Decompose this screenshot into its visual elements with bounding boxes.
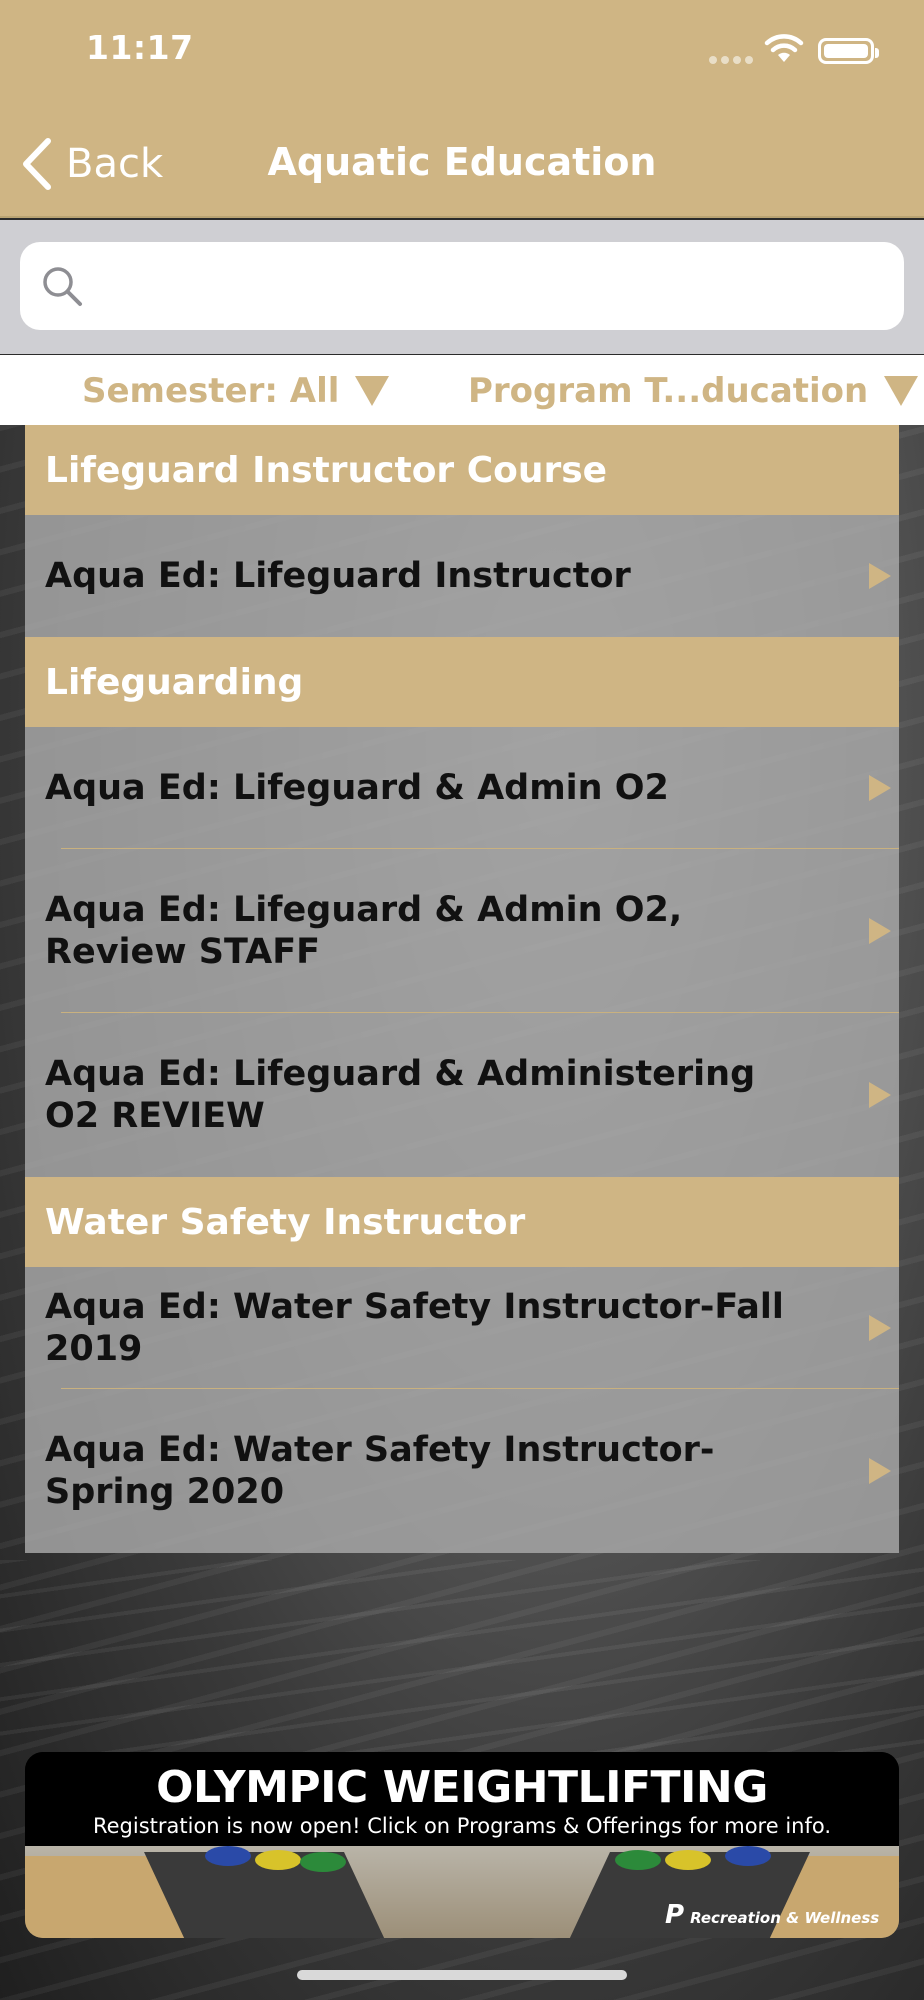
list-item-label: Aqua Ed: Lifeguard & Admin O2, Review ST… bbox=[45, 890, 683, 972]
cellular-signal-icon bbox=[709, 56, 753, 64]
triangle-down-icon bbox=[355, 376, 390, 406]
triangle-down-icon bbox=[884, 376, 919, 406]
list-item[interactable]: Aqua Ed: Lifeguard & Admin O2 bbox=[25, 727, 899, 849]
triangle-right-icon bbox=[869, 1082, 891, 1108]
section-header: Water Safety Instructor bbox=[25, 1177, 899, 1267]
list-item-label: Aqua Ed: Lifeguard & Administering O2 RE… bbox=[45, 1054, 756, 1136]
status-time: 11:17 bbox=[86, 28, 194, 67]
banner-title: OLYMPIC WEIGHTLIFTING bbox=[156, 1762, 768, 1813]
search-icon bbox=[43, 267, 82, 306]
triangle-right-icon bbox=[869, 1458, 891, 1484]
program-list: Lifeguard Instructor Course Aqua Ed: Lif… bbox=[25, 425, 899, 1553]
filter-bar: Semester: All Program T...ducation bbox=[0, 355, 924, 425]
section-header: Lifeguard Instructor Course bbox=[25, 425, 899, 515]
list-item-label: Aqua Ed: Water Safety Instructor-Fall 20… bbox=[45, 1287, 784, 1369]
triangle-right-icon bbox=[869, 563, 891, 589]
program-type-filter-dropdown[interactable]: Program T...ducation bbox=[468, 363, 919, 419]
pool-lanes-image bbox=[0, 1560, 924, 1760]
semester-filter-label: Semester: All bbox=[82, 371, 340, 411]
search-input[interactable] bbox=[100, 242, 880, 330]
triangle-right-icon bbox=[869, 775, 891, 801]
search-field[interactable] bbox=[20, 242, 904, 330]
page-title: Aquatic Education bbox=[267, 140, 657, 184]
list-item-label: Aqua Ed: Lifeguard & Admin O2 bbox=[45, 768, 669, 808]
search-bar bbox=[0, 220, 924, 354]
weightlifting-platform-image: P Recreation & Wellness bbox=[25, 1846, 899, 1938]
promo-banner[interactable]: P Recreation & Wellness OLYMPIC WEIGHTLIF… bbox=[25, 1752, 899, 1938]
semester-filter-dropdown[interactable]: Semester: All bbox=[82, 363, 390, 419]
banner-subtitle: Registration is now open! Click on Progr… bbox=[92, 1814, 832, 1838]
list-item-label: Aqua Ed: Water Safety Instructor- Spring… bbox=[45, 1430, 715, 1512]
recreation-wellness-logo: P Recreation & Wellness bbox=[665, 1900, 880, 1930]
home-indicator[interactable] bbox=[297, 1970, 627, 1980]
program-type-filter-label: Program T...ducation bbox=[468, 371, 869, 411]
list-item[interactable]: Aqua Ed: Water Safety Instructor-Fall 20… bbox=[25, 1267, 899, 1389]
list-item[interactable]: Aqua Ed: Lifeguard Instructor bbox=[25, 515, 899, 637]
battery-icon bbox=[818, 38, 879, 64]
triangle-right-icon bbox=[869, 1315, 891, 1341]
triangle-right-icon bbox=[869, 918, 891, 944]
nav-header: 11:17 Back Aquatic Education bbox=[0, 0, 924, 218]
list-item[interactable]: Aqua Ed: Lifeguard & Administering O2 RE… bbox=[25, 1013, 899, 1177]
list-item[interactable]: Aqua Ed: Lifeguard & Admin O2, Review ST… bbox=[25, 849, 899, 1013]
list-item-label: Aqua Ed: Lifeguard Instructor bbox=[45, 556, 631, 596]
list-item[interactable]: Aqua Ed: Water Safety Instructor- Spring… bbox=[25, 1389, 899, 1553]
wifi-icon bbox=[764, 34, 804, 62]
section-header: Lifeguarding bbox=[25, 637, 899, 727]
